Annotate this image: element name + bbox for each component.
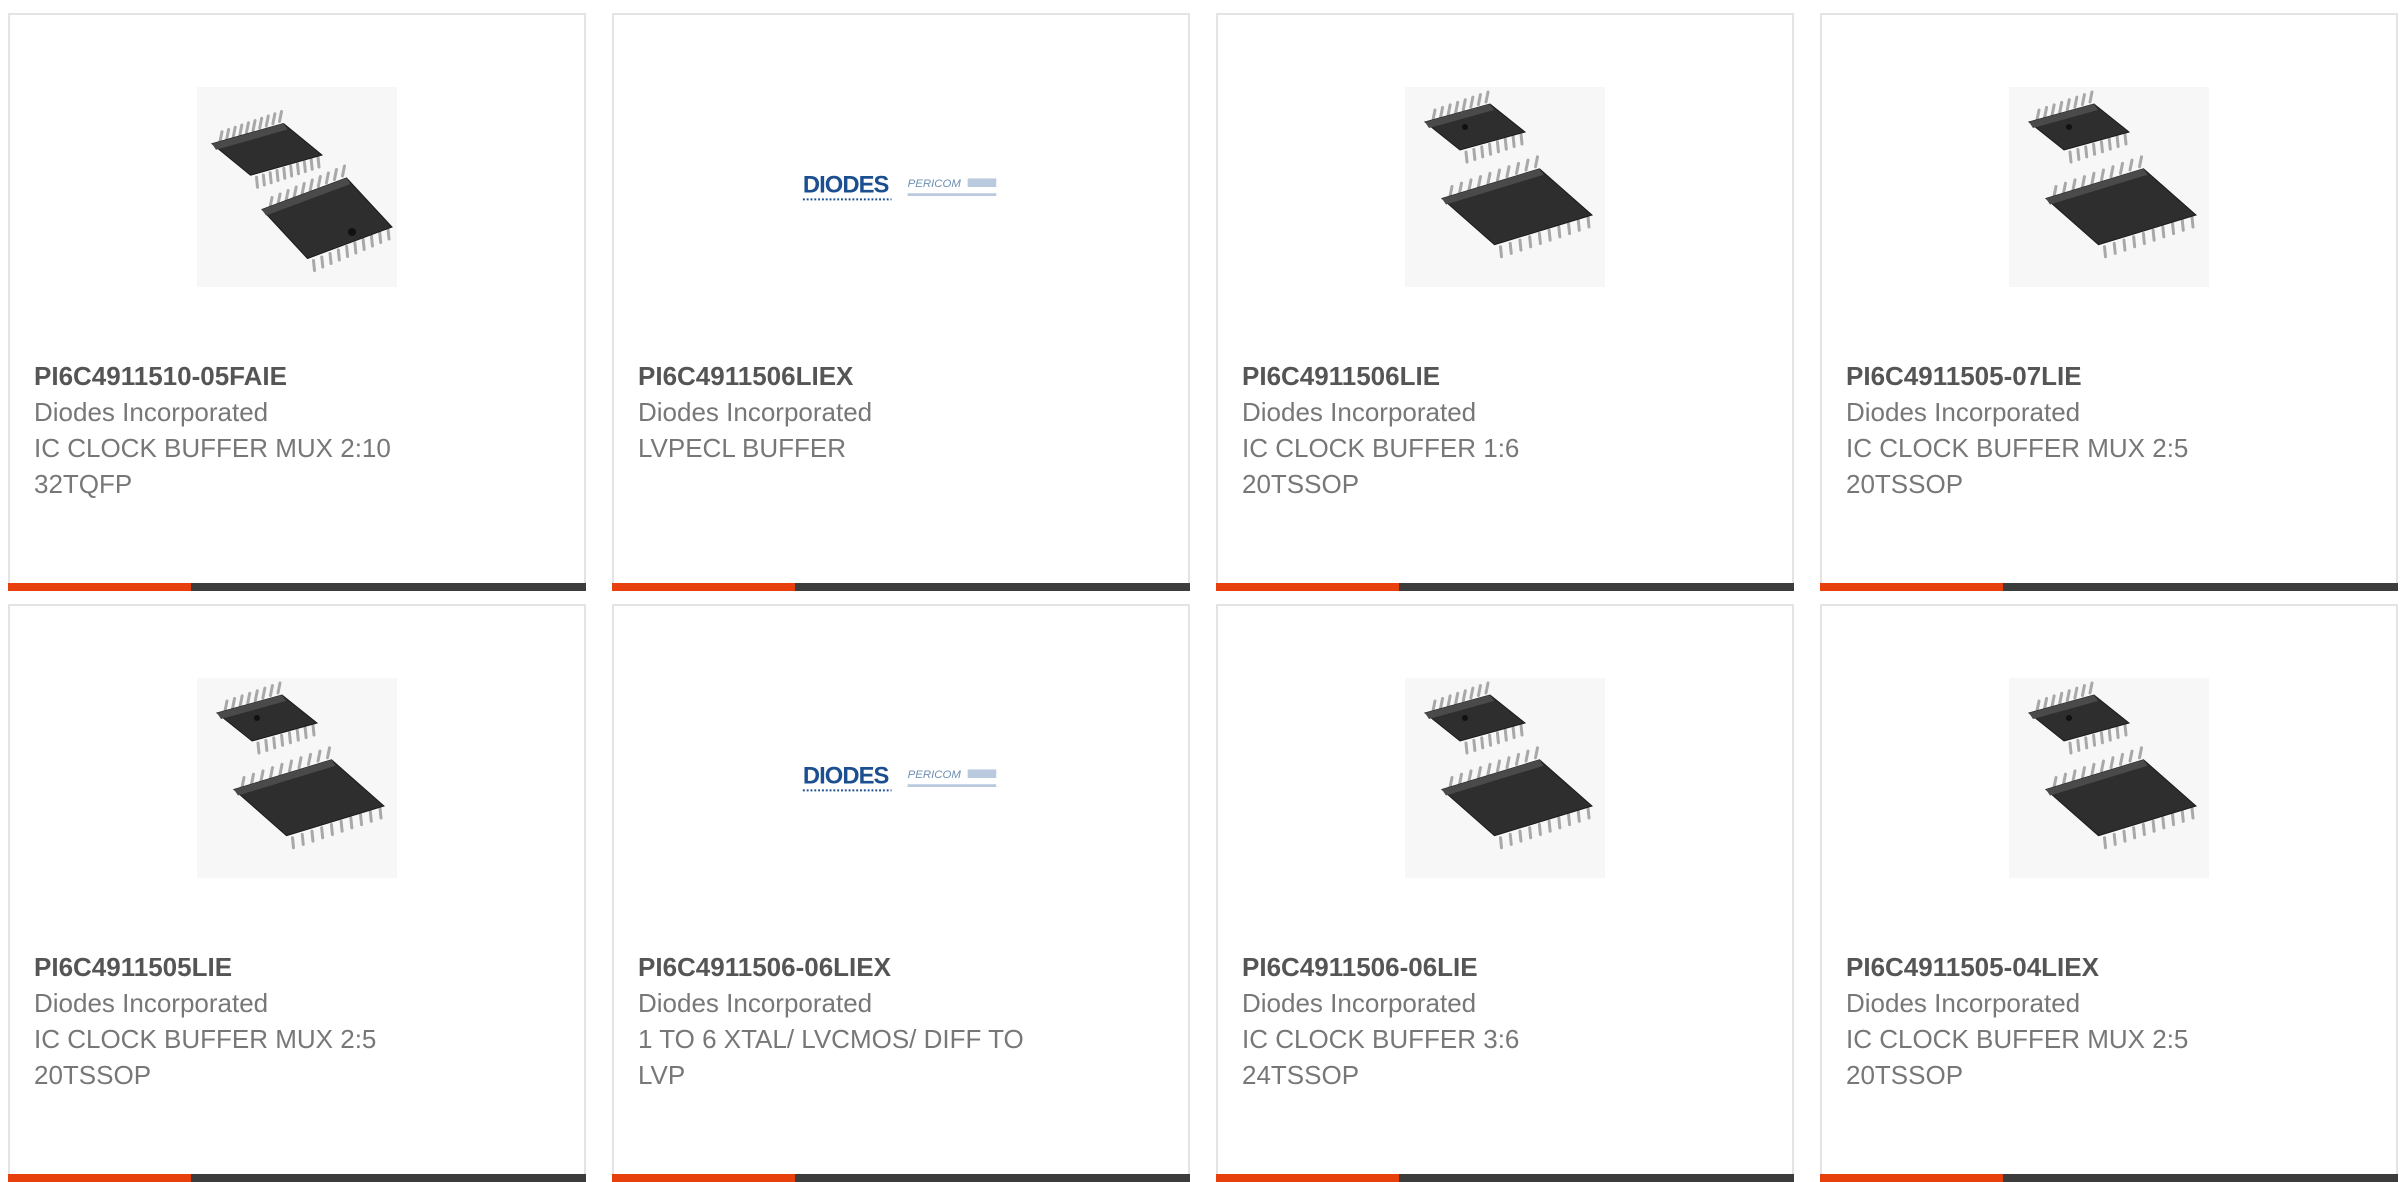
product-description: 1 TO 6 XTAL/ LVCMOS/ DIFF TO LVP: [638, 1024, 1024, 1090]
part-number-link[interactable]: PI6C4911505LIE: [34, 949, 564, 985]
svg-text:PERICOM: PERICOM: [908, 178, 962, 190]
card-bar-accent: [1216, 583, 1399, 591]
product-card[interactable]: PI6C4911506-06LIE Diodes Incorporated IC…: [1216, 604, 1794, 1182]
diodes-pericom-logo: DIODES PERICOM: [802, 172, 997, 201]
product-description: LVPECL BUFFER: [638, 433, 847, 463]
diodes-pericom-logo[interactable]: DIODES PERICOM: [801, 87, 1001, 287]
product-card[interactable]: DIODES PERICOM PI6C4911506-06LIEX Diodes …: [612, 604, 1190, 1182]
manufacturer-name: Diodes Incorporated: [34, 397, 269, 427]
card-bottom-bar: [1216, 583, 1794, 591]
part-number-link[interactable]: PI6C4911506LIEX: [638, 358, 1168, 394]
product-description: IC CLOCK BUFFER 1:6 20TSSOP: [1242, 433, 1520, 499]
card-bar-accent: [1820, 1174, 2003, 1182]
svg-text:DIODES: DIODES: [803, 172, 889, 199]
tssop-chip-icon[interactable]: [1405, 678, 1605, 878]
card-bottom-bar: [1820, 1174, 2398, 1182]
card-bar-accent: [1216, 1174, 1399, 1182]
tqfp-chip-icon: [197, 87, 397, 287]
manufacturer-name: Diodes Incorporated: [1242, 988, 1477, 1018]
manufacturer-name: Diodes Incorporated: [638, 397, 873, 427]
product-description: IC CLOCK BUFFER MUX 2:5 20TSSOP: [1846, 433, 2189, 499]
manufacturer-name: Diodes Incorporated: [638, 988, 873, 1018]
card-bottom-bar: [1216, 1174, 1794, 1182]
part-number-link[interactable]: PI6C4911506-06LIEX: [638, 949, 1168, 985]
product-description: IC CLOCK BUFFER MUX 2:10 32TQFP: [34, 433, 391, 499]
tssop-chip-icon: [197, 678, 397, 878]
part-number-link[interactable]: PI6C4911506LIE: [1242, 358, 1772, 394]
product-card[interactable]: PI6C4911505LIE Diodes Incorporated IC CL…: [8, 604, 586, 1182]
diodes-pericom-logo: DIODES PERICOM: [802, 763, 997, 792]
card-bar-accent: [612, 583, 795, 591]
manufacturer-name: Diodes Incorporated: [1846, 397, 2081, 427]
tssop-chip-icon: [2009, 87, 2209, 287]
svg-text:DIODES: DIODES: [803, 763, 889, 790]
tqfp-chip-icon[interactable]: [197, 87, 397, 287]
card-bottom-bar: [1820, 583, 2398, 591]
tssop-chip-icon[interactable]: [1405, 87, 1605, 287]
tssop-chip-icon[interactable]: [2009, 87, 2209, 287]
product-info: PI6C4911506-06LIE Diodes Incorporated IC…: [1242, 949, 1772, 1093]
part-number-link[interactable]: PI6C4911505-04LIEX: [1846, 949, 2376, 985]
tssop-chip-icon: [1405, 87, 1605, 287]
tssop-chip-icon: [1405, 678, 1605, 878]
card-bottom-bar: [612, 1174, 1190, 1182]
card-bar-accent: [8, 583, 191, 591]
tssop-chip-icon[interactable]: [2009, 678, 2209, 878]
card-bar-accent: [1820, 583, 2003, 591]
product-info: PI6C4911506-06LIEX Diodes Incorporated 1…: [638, 949, 1168, 1093]
card-bottom-bar: [8, 1174, 586, 1182]
tssop-chip-icon[interactable]: [197, 678, 397, 878]
product-description: IC CLOCK BUFFER MUX 2:5 20TSSOP: [34, 1024, 377, 1090]
card-bottom-bar: [8, 583, 586, 591]
product-card[interactable]: PI6C4911505-07LIE Diodes Incorporated IC…: [1820, 13, 2398, 591]
product-grid: PI6C4911510-05FAIE Diodes Incorporated I…: [8, 13, 2398, 1182]
product-info: PI6C4911505-04LIEX Diodes Incorporated I…: [1846, 949, 2376, 1093]
svg-text:PERICOM: PERICOM: [908, 769, 962, 781]
product-card[interactable]: DIODES PERICOM PI6C4911506LIEX Diodes Inc…: [612, 13, 1190, 591]
diodes-pericom-logo[interactable]: DIODES PERICOM: [801, 678, 1001, 878]
part-number-link[interactable]: PI6C4911505-07LIE: [1846, 358, 2376, 394]
card-bar-accent: [8, 1174, 191, 1182]
manufacturer-name: Diodes Incorporated: [34, 988, 269, 1018]
product-info: PI6C4911510-05FAIE Diodes Incorporated I…: [34, 358, 564, 502]
product-card[interactable]: PI6C4911505-04LIEX Diodes Incorporated I…: [1820, 604, 2398, 1182]
part-number-link[interactable]: PI6C4911506-06LIE: [1242, 949, 1772, 985]
manufacturer-name: Diodes Incorporated: [1242, 397, 1477, 427]
manufacturer-name: Diodes Incorporated: [1846, 988, 2081, 1018]
part-number-link[interactable]: PI6C4911510-05FAIE: [34, 358, 564, 394]
tssop-chip-icon: [2009, 678, 2209, 878]
product-description: IC CLOCK BUFFER 3:6 24TSSOP: [1242, 1024, 1520, 1090]
product-info: PI6C4911505LIE Diodes Incorporated IC CL…: [34, 949, 564, 1093]
card-bottom-bar: [612, 583, 1190, 591]
card-bar-accent: [612, 1174, 795, 1182]
product-description: IC CLOCK BUFFER MUX 2:5 20TSSOP: [1846, 1024, 2189, 1090]
product-info: PI6C4911506LIEX Diodes Incorporated LVPE…: [638, 358, 1168, 466]
product-info: PI6C4911505-07LIE Diodes Incorporated IC…: [1846, 358, 2376, 502]
product-card[interactable]: PI6C4911510-05FAIE Diodes Incorporated I…: [8, 13, 586, 591]
product-card[interactable]: PI6C4911506LIE Diodes Incorporated IC CL…: [1216, 13, 1794, 591]
product-info: PI6C4911506LIE Diodes Incorporated IC CL…: [1242, 358, 1772, 502]
